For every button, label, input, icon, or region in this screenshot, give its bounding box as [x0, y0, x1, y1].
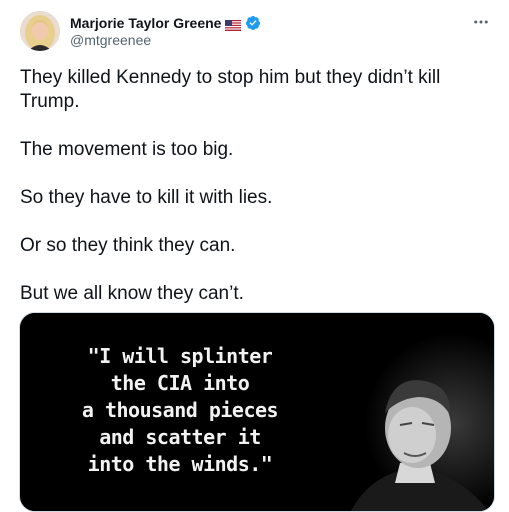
tweet-paragraph: They killed Kennedy to stop him but they… — [20, 67, 441, 112]
avatar[interactable] — [20, 11, 60, 51]
verified-badge-icon — [245, 15, 261, 31]
author-handle[interactable]: @mtgreenee — [70, 32, 151, 48]
tweet-paragraph: The movement is too big. — [20, 139, 234, 160]
tweet-media[interactable]: "I will splinter the CIA into a thousand… — [19, 312, 495, 512]
author-name-row: Marjorie Taylor Greene — [70, 14, 261, 32]
tweet-paragraph: So they have to kill it with lies. — [20, 187, 273, 208]
quote-line: "I will splinter — [87, 344, 273, 368]
avatar-image — [20, 11, 60, 51]
quote-line: into the winds." — [87, 452, 273, 476]
quote-line: a thousand pieces — [81, 398, 279, 422]
tweet-paragraph: But we all know they can’t. — [20, 283, 244, 304]
more-horizontal-icon — [474, 20, 488, 24]
tweet-paragraph: Or so they think they can. — [20, 235, 236, 256]
tweet-card: Marjorie Taylor Greene @mtgreenee They k… — [0, 0, 509, 512]
tweet-text: They killed Kennedy to stop him but they… — [20, 66, 490, 306]
more-options-button[interactable] — [469, 10, 493, 34]
image-quote: "I will splinter the CIA into a thousand… — [60, 343, 300, 478]
quote-line: and scatter it — [99, 425, 261, 449]
author-display-name[interactable]: Marjorie Taylor Greene — [70, 15, 221, 31]
us-flag-icon — [225, 18, 242, 31]
quote-line: the CIA into — [110, 371, 250, 395]
